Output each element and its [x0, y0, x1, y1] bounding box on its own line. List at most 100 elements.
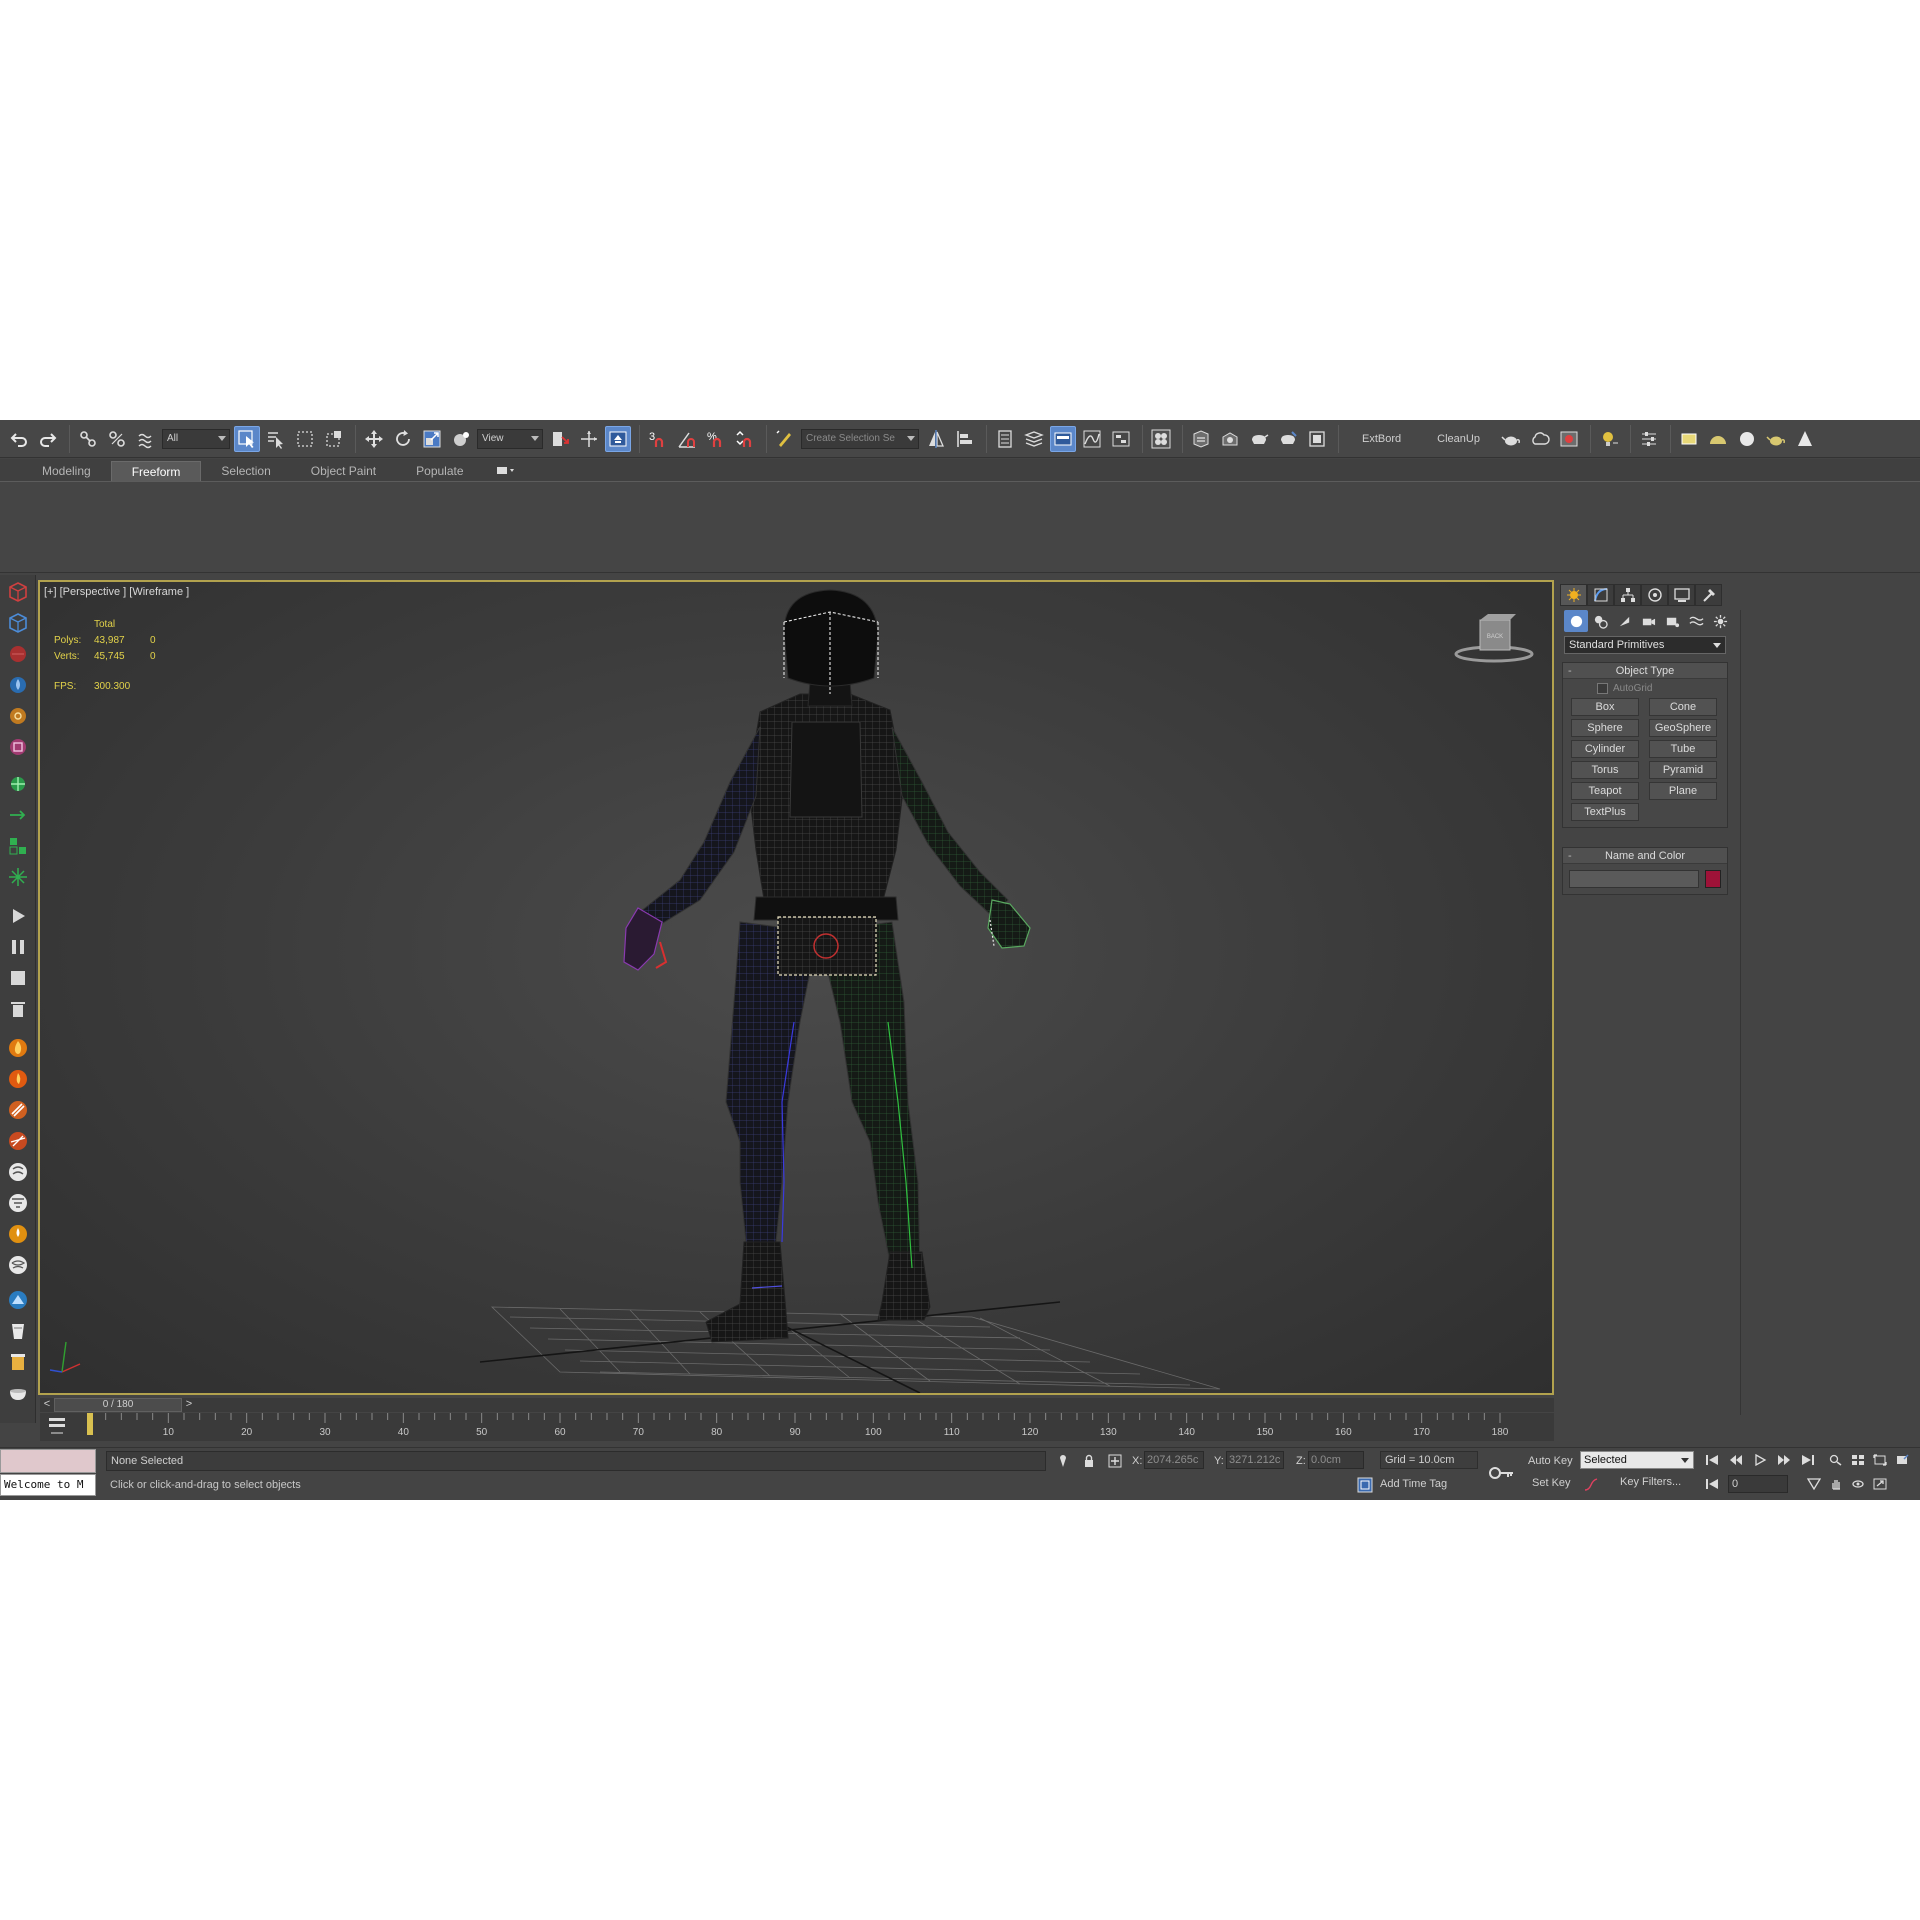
y-coord-field[interactable]: 3271.212c: [1226, 1451, 1284, 1469]
zoom-extents-all-icon[interactable]: [1892, 1451, 1912, 1469]
zoom-all-icon[interactable]: [1848, 1451, 1868, 1469]
display-tab[interactable]: [1668, 584, 1695, 606]
percent-snap-icon[interactable]: %: [703, 426, 729, 452]
link-icon[interactable]: [75, 426, 101, 452]
time-tag-icon[interactable]: [1356, 1476, 1374, 1494]
ribbon-toggle-icon[interactable]: [1050, 425, 1076, 452]
placement-icon[interactable]: [448, 426, 474, 452]
torus-button[interactable]: Torus: [1571, 761, 1639, 779]
viewport-label[interactable]: [+] [Perspective ] [Wireframe ]: [44, 586, 189, 598]
box-button[interactable]: Box: [1571, 698, 1639, 716]
candle-icon[interactable]: [5, 1221, 31, 1247]
tab-selection[interactable]: Selection: [201, 461, 290, 481]
track-bar[interactable]: 10 20 30 40 50 60 70 80 90 100 110 120 130 140 150 160 1…: [40, 1413, 1554, 1441]
selection-lock-icon[interactable]: [1080, 1452, 1098, 1470]
biohazard-icon[interactable]: [5, 703, 31, 729]
cameras-category-button[interactable]: [1636, 610, 1660, 632]
rect-selection-icon[interactable]: [292, 426, 318, 452]
tube-button[interactable]: Tube: [1649, 740, 1717, 758]
smoke-icon[interactable]: [5, 1159, 31, 1185]
viewcube[interactable]: BACK: [1454, 614, 1534, 663]
modify-tab[interactable]: [1587, 584, 1614, 606]
sphere-primitive-icon[interactable]: [1734, 426, 1760, 452]
cup-icon[interactable]: [5, 1318, 31, 1344]
cylinder-button[interactable]: Cylinder: [1571, 740, 1639, 758]
settings-sliders-icon[interactable]: [1636, 426, 1662, 452]
select-by-name-icon[interactable]: [263, 426, 289, 452]
light-bulb-icon[interactable]: [1596, 426, 1622, 452]
object-type-header[interactable]: - Object Type: [1563, 663, 1727, 679]
current-frame-field[interactable]: 0: [1728, 1475, 1788, 1493]
motion-tab[interactable]: [1641, 584, 1668, 606]
curve-editor-icon[interactable]: [1079, 426, 1105, 452]
tornado-icon[interactable]: [5, 1190, 31, 1216]
fluid-icon[interactable]: [5, 1287, 31, 1313]
add-time-tag-button[interactable]: Add Time Tag: [1380, 1478, 1447, 1490]
spinner-snap-icon[interactable]: [732, 426, 758, 452]
mini-curve-editor-button[interactable]: [46, 1414, 68, 1436]
tab-freeform[interactable]: Freeform: [110, 461, 202, 481]
go-to-end-icon[interactable]: [1798, 1451, 1818, 1469]
layer-explorer-icon[interactable]: [1021, 426, 1047, 452]
teapot-primitive-icon[interactable]: [1763, 426, 1789, 452]
named-selection-set-dropdown[interactable]: Create Selection Se: [801, 428, 919, 449]
target-icon[interactable]: [5, 734, 31, 760]
material-editor-icon[interactable]: [1148, 426, 1174, 452]
set-key-button[interactable]: Set Key: [1532, 1477, 1571, 1489]
tab-modeling[interactable]: Modeling: [22, 461, 111, 481]
pyramid-button[interactable]: Pyramid: [1649, 761, 1717, 779]
render-setup-icon[interactable]: [1188, 426, 1214, 452]
create-tab[interactable]: [1560, 584, 1587, 606]
custom-extbord-button[interactable]: ExtBord: [1344, 433, 1419, 445]
previous-frame-icon[interactable]: [1726, 1451, 1746, 1469]
select-manipulate-icon[interactable]: [576, 426, 602, 452]
set-key-icon[interactable]: [1486, 1458, 1516, 1488]
stop-icon[interactable]: [5, 965, 31, 991]
teapot-button[interactable]: Teapot: [1571, 782, 1639, 800]
play-icon[interactable]: [5, 903, 31, 929]
z-coord-field[interactable]: 0.0cm: [1308, 1451, 1364, 1469]
scatter-icon[interactable]: [5, 864, 31, 890]
pause-icon[interactable]: [5, 934, 31, 960]
window-crossing-icon[interactable]: [321, 426, 347, 452]
x-coord-field[interactable]: 2074.265c: [1144, 1451, 1204, 1469]
key-tangent-icon[interactable]: [1582, 1476, 1600, 1494]
move-icon[interactable]: [361, 426, 387, 452]
schematic-view-icon[interactable]: [1108, 426, 1134, 452]
tab-object-paint[interactable]: Object Paint: [291, 461, 396, 481]
object-category-dropdown[interactable]: Standard Primitives: [1564, 636, 1726, 654]
custom-cleanup-button[interactable]: CleanUp: [1419, 433, 1498, 445]
sphere-tool-icon[interactable]: [5, 641, 31, 667]
isolate-selection-icon[interactable]: [1054, 1452, 1072, 1470]
maximize-viewport-icon[interactable]: [1870, 1475, 1890, 1493]
bowl-icon[interactable]: [5, 1380, 31, 1406]
key-mode-dropdown[interactable]: Selected: [1580, 1451, 1694, 1469]
textplus-button[interactable]: TextPlus: [1571, 803, 1639, 821]
snaps-toggle-icon[interactable]: 3: [645, 426, 671, 452]
plane-button[interactable]: Plane: [1649, 782, 1717, 800]
key-mode-toggle-icon[interactable]: [1702, 1475, 1722, 1493]
cloner-icon[interactable]: [5, 771, 31, 797]
box-tool-icon[interactable]: [5, 579, 31, 605]
sphere-button[interactable]: Sphere: [1571, 719, 1639, 737]
time-slider-knob[interactable]: 0 / 180: [54, 1398, 182, 1412]
object-color-swatch[interactable]: [1705, 870, 1721, 888]
time-slider[interactable]: < 0 / 180 >: [40, 1398, 1554, 1412]
environment-icon[interactable]: [1556, 426, 1582, 452]
name-and-color-header[interactable]: - Name and Color: [1563, 848, 1727, 864]
time-slider-next-button[interactable]: >: [182, 1398, 196, 1412]
grid-distribute-icon[interactable]: [5, 833, 31, 859]
hierarchy-tab[interactable]: [1614, 584, 1641, 606]
next-frame-icon[interactable]: [1774, 1451, 1794, 1469]
flame-icon[interactable]: [5, 1066, 31, 1092]
lights-category-button[interactable]: [1612, 610, 1636, 632]
reference-coordinate-dropdown[interactable]: View: [477, 428, 543, 449]
orbit-icon[interactable]: [1848, 1475, 1868, 1493]
scene-explorer-icon[interactable]: [992, 426, 1018, 452]
keyboard-shortcut-override-icon[interactable]: [605, 425, 631, 452]
go-to-start-icon[interactable]: [1702, 1451, 1722, 1469]
render-production-icon[interactable]: [1246, 426, 1272, 452]
unlink-icon[interactable]: [104, 426, 130, 452]
shapes-category-button[interactable]: [1588, 610, 1612, 632]
helpers-category-button[interactable]: [1660, 610, 1684, 632]
